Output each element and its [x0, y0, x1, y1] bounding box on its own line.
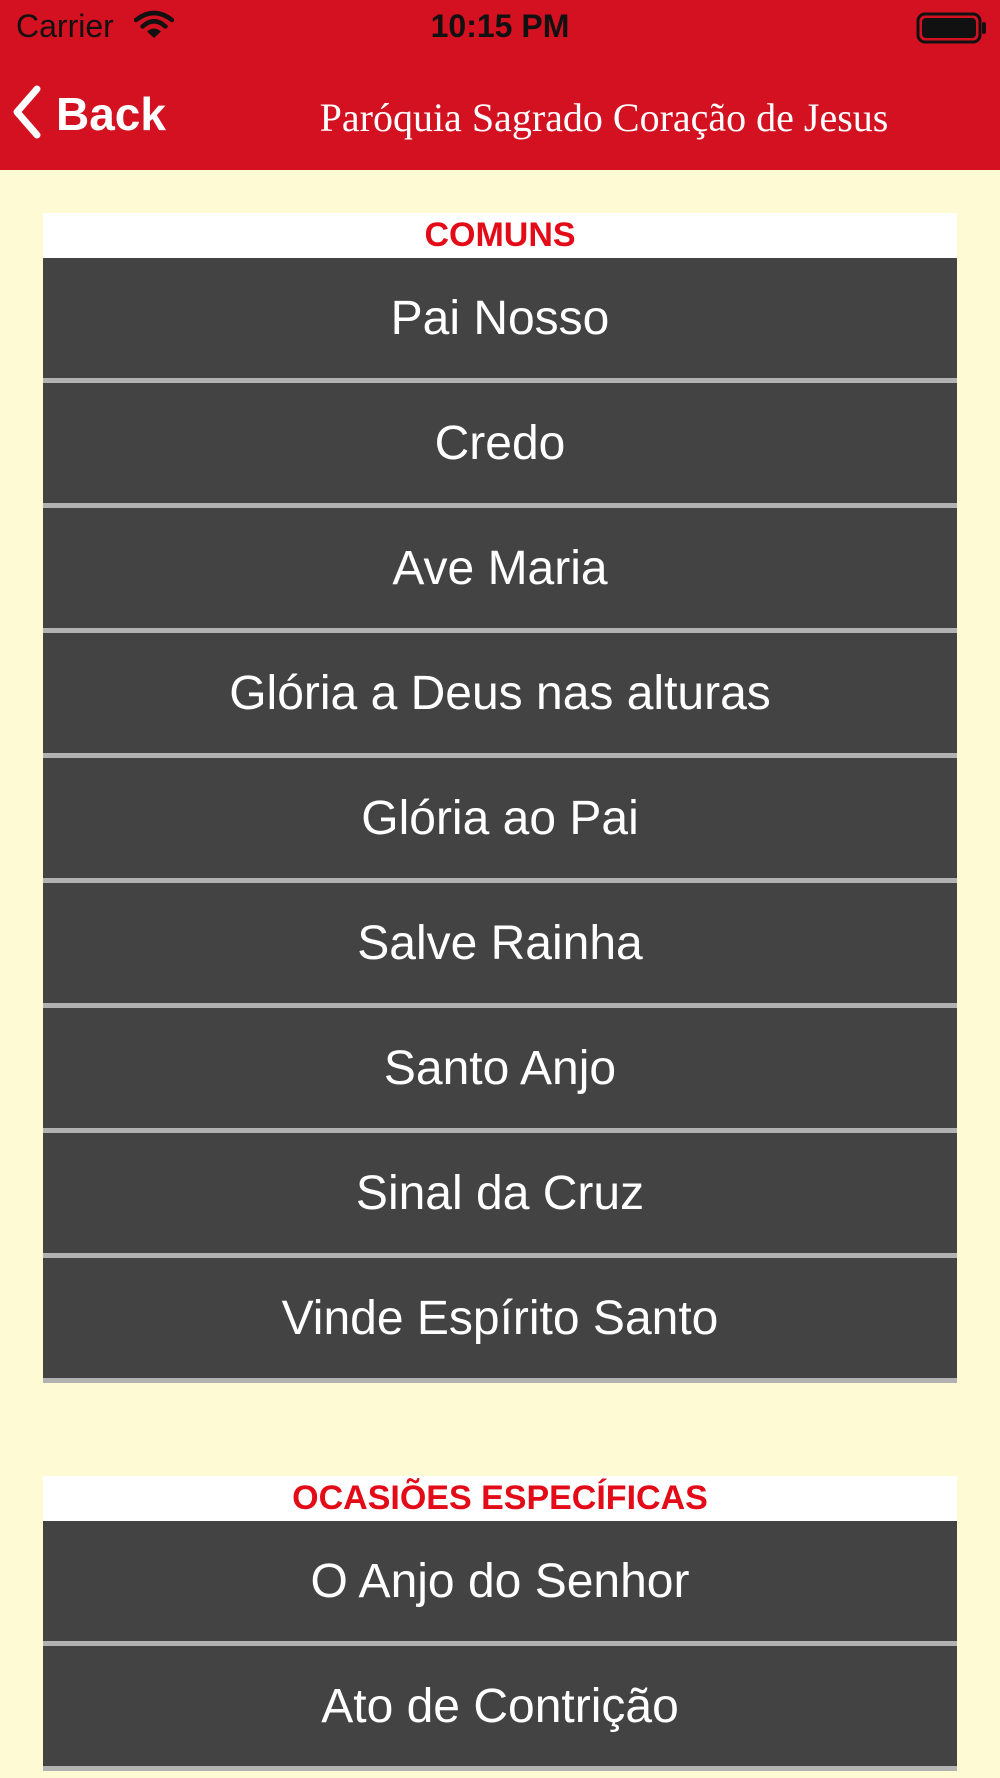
battery-icon [916, 12, 988, 49]
prayer-item[interactable]: Credo [43, 383, 957, 508]
prayer-item[interactable]: Ato de Contrição [43, 1646, 957, 1771]
section-comuns: COMUNS Pai Nosso Credo Ave Maria Glória … [43, 213, 957, 1383]
prayer-item[interactable]: Glória a Deus nas alturas [43, 633, 957, 758]
prayer-item[interactable]: Ave Maria [43, 508, 957, 633]
prayer-item[interactable]: Glória ao Pai [43, 758, 957, 883]
prayer-item[interactable]: Pai Nosso [43, 258, 957, 383]
chevron-left-icon [12, 85, 42, 144]
section-title: COMUNS [43, 213, 957, 258]
back-label: Back [56, 88, 166, 140]
prayer-item[interactable]: Vinde Espírito Santo [43, 1258, 957, 1383]
back-button[interactable]: Back [12, 82, 166, 146]
navigation-bar: Carrier 10:15 PM Back Paróquia Sagrado C… [0, 0, 1000, 170]
prayer-item[interactable]: Sinal da Cruz [43, 1133, 957, 1258]
prayer-item[interactable]: Santo Anjo [43, 1008, 957, 1133]
nav-content: Back Paróquia Sagrado Coração de Jesus [0, 56, 1000, 170]
status-bar: Carrier 10:15 PM [0, 0, 1000, 56]
status-time: 10:15 PM [430, 8, 570, 44]
prayer-item[interactable]: Salve Rainha [43, 883, 957, 1008]
page-title: Paróquia Sagrado Coração de Jesus [319, 95, 889, 140]
section-title: OCASIÕES ESPECÍFICAS [43, 1476, 957, 1521]
section-ocasioes-especificas: OCASIÕES ESPECÍFICAS O Anjo do Senhor At… [43, 1476, 957, 1771]
prayer-item[interactable]: O Anjo do Senhor [43, 1521, 957, 1646]
